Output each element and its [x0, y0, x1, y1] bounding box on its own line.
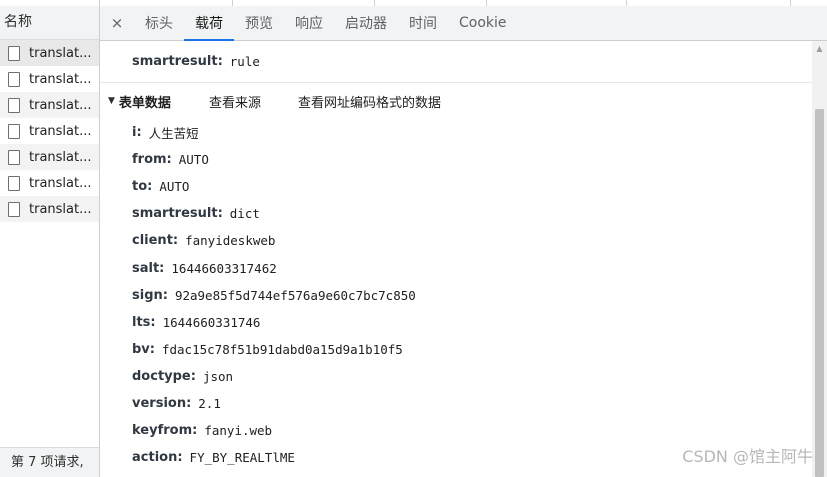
tab-timing[interactable]: 时间	[398, 6, 448, 40]
request-row[interactable]: translat...	[0, 92, 99, 118]
request-list: translat... translat... translat... tran…	[0, 40, 99, 222]
request-name: translat...	[29, 175, 91, 191]
request-list-panel: 名称 translat... translat... translat... t…	[0, 6, 100, 477]
form-param-row: from: AUTO	[100, 146, 812, 173]
param-key: lts:	[132, 314, 156, 330]
param-key: bv:	[132, 341, 155, 357]
param-value: 16446603317462	[171, 260, 277, 276]
param-value: AUTO	[159, 179, 190, 195]
request-row[interactable]: translat...	[0, 66, 99, 92]
request-name: translat...	[29, 71, 91, 87]
param-key: smartresult:	[132, 206, 223, 222]
document-icon	[8, 45, 20, 61]
form-param-row: lts: 1644660331746	[100, 309, 812, 336]
request-row[interactable]: translat...	[0, 118, 99, 144]
param-key: from:	[132, 152, 172, 168]
form-param-row: salt: 16446603317462	[100, 254, 812, 281]
document-icon	[8, 97, 20, 113]
request-row[interactable]: translat...	[0, 40, 99, 66]
document-icon	[8, 71, 20, 87]
request-name: translat...	[29, 149, 91, 165]
param-key: smartresult:	[132, 54, 223, 69]
param-value: 92a9e85f5d744ef576a9e60c7bc7c850	[174, 287, 416, 303]
form-param-row: i: 人生苦短	[100, 119, 812, 146]
scroll-up-arrow-icon[interactable]: ▲	[812, 41, 827, 56]
param-value: FY_BY_REALTlME	[189, 450, 295, 466]
scrollbar-thumb[interactable]	[815, 109, 824, 477]
param-value: AUTO	[178, 152, 209, 168]
param-key: client:	[132, 233, 179, 249]
param-key: doctype:	[132, 368, 196, 384]
param-value: dict	[229, 206, 260, 222]
request-name: translat...	[29, 123, 91, 139]
close-icon[interactable]: ×	[100, 6, 134, 40]
param-value: json	[202, 368, 234, 384]
tab-response[interactable]: 响应	[284, 6, 334, 40]
param-key: salt:	[132, 260, 165, 276]
param-value: fanyi.web	[204, 423, 273, 439]
name-column-header[interactable]: 名称	[0, 6, 99, 40]
tab-initiator[interactable]: 启动器	[334, 6, 398, 40]
view-source-link[interactable]: 查看来源	[209, 92, 261, 111]
form-param-row: to: AUTO	[100, 173, 812, 200]
param-key: i:	[132, 125, 142, 141]
param-value: fanyideskweb	[185, 233, 276, 249]
view-url-encoded-link[interactable]: 查看网址编码格式的数据	[298, 92, 441, 111]
form-param-row: bv: fdac15c78f51b91dabd0a15d9a1b10f5	[100, 336, 812, 363]
tab-cookies[interactable]: Cookie	[448, 6, 518, 40]
form-param-row: client: fanyideskweb	[100, 227, 812, 254]
document-icon	[8, 201, 20, 217]
form-data-section-header: ▼ 表单数据 查看来源 查看网址编码格式的数据	[100, 83, 812, 119]
payload-content: smartresult: rule ▼ 表单数据 查看来源 查看网址编码格式的数…	[100, 41, 812, 477]
form-param-row: version: 2.1	[100, 390, 812, 417]
request-row[interactable]: translat...	[0, 144, 99, 170]
request-name: translat...	[29, 201, 91, 217]
param-value: 2.1	[198, 395, 221, 411]
document-icon	[8, 149, 20, 165]
vertical-scrollbar[interactable]: ▲	[812, 41, 827, 477]
request-detail-panel: × 标头 载荷 预览 响应 启动器 时间 Cookie smartresult:…	[100, 6, 827, 477]
param-value: rule	[229, 54, 260, 69]
param-value: fdac15c78f51b91dabd0a15d9a1b10f5	[161, 341, 403, 357]
tab-preview[interactable]: 预览	[234, 6, 284, 40]
request-count-status: 第 7 项请求,	[0, 447, 99, 477]
form-param-row: sign: 92a9e85f5d744ef576a9e60c7bc7c850	[100, 282, 812, 309]
request-name: translat...	[29, 45, 91, 61]
param-value: 人生苦短	[148, 126, 199, 142]
document-icon	[8, 175, 20, 191]
section-title[interactable]: 表单数据	[119, 92, 171, 111]
param-key: version:	[132, 395, 192, 411]
request-name: translat...	[29, 97, 91, 113]
param-value: 1644660331746	[162, 314, 261, 330]
document-icon	[8, 123, 20, 139]
param-key: to:	[132, 179, 153, 195]
param-key: action:	[132, 450, 183, 466]
param-key: sign:	[132, 287, 168, 303]
watermark: CSDN @馆主阿牛	[682, 447, 813, 466]
detail-tabbar: × 标头 载荷 预览 响应 启动器 时间 Cookie	[100, 6, 827, 41]
query-param-row: smartresult: rule	[100, 41, 812, 83]
form-param-row: keyfrom: fanyi.web	[100, 417, 812, 444]
tab-headers[interactable]: 标头	[134, 6, 184, 40]
param-key: keyfrom:	[132, 423, 198, 439]
form-param-row: smartresult: dict	[100, 200, 812, 227]
request-row[interactable]: translat...	[0, 196, 99, 222]
form-param-row: doctype: json	[100, 363, 812, 390]
tab-payload[interactable]: 载荷	[184, 6, 234, 41]
collapse-triangle-icon[interactable]: ▼	[108, 96, 115, 106]
request-row[interactable]: translat...	[0, 170, 99, 196]
